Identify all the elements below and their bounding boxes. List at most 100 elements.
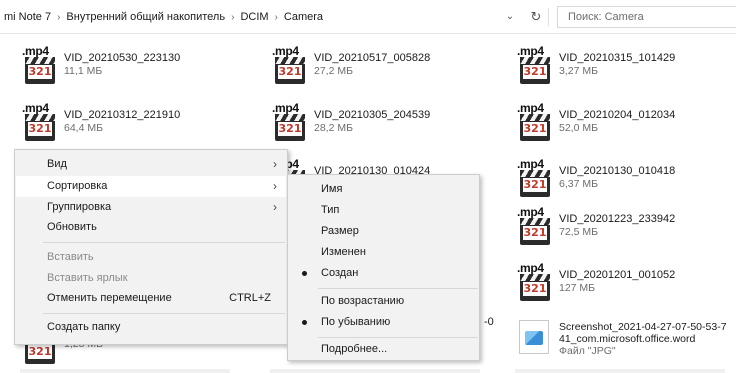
menu-item-label: Вид xyxy=(47,158,67,170)
menu-item-label: Вставить xyxy=(47,251,94,263)
file-item-partial[interactable] xyxy=(515,366,725,373)
file-name-line: 41_com.microsoft.office.word xyxy=(559,333,696,345)
breadcrumb-item-storage[interactable]: Внутренний общий накопитель xyxy=(66,11,225,23)
file-name: VID_20210130_010418 xyxy=(559,165,676,177)
file-type: Файл "JPG" xyxy=(559,345,616,357)
menu-item-paste-shortcut[interactable]: Вставить ярлык xyxy=(16,268,286,289)
menu-item-sort[interactable]: Сортировка › xyxy=(16,176,286,197)
menu-item-label: Тип xyxy=(321,204,340,216)
chevron-right-icon: › xyxy=(273,200,277,214)
file-size: 72,5 МБ xyxy=(559,226,598,238)
file-name: VID_20210305_204539 xyxy=(314,109,431,121)
menu-item-label: Создать папку xyxy=(47,321,121,333)
file-name: VID_20210517_005828 xyxy=(314,52,431,64)
file-size: 64,4 МБ xyxy=(64,122,103,134)
menu-item-undo-move[interactable]: Отменить перемещение CTRL+Z xyxy=(16,288,286,309)
file-item[interactable]: .mp4 321 VID_20210312_221910 64,4 МБ xyxy=(20,102,240,146)
chevron-right-icon: › xyxy=(273,179,277,193)
refresh-icon[interactable]: ↻ xyxy=(528,9,544,25)
menu-item-shortcut: CTRL+Z xyxy=(229,292,271,304)
sort-more[interactable]: Подробнее... xyxy=(289,339,478,360)
menu-item-label: Вставить ярлык xyxy=(47,272,128,284)
menu-item-label: Отменить перемещение xyxy=(47,292,172,304)
video-file-icon: .mp4321 xyxy=(20,45,60,85)
video-file-icon: .mp4321 xyxy=(270,102,310,142)
sort-descending[interactable]: По убыванию xyxy=(289,312,478,333)
menu-item-label: По возрастанию xyxy=(321,295,405,307)
file-name-line: Screenshot_2021-04-27-07-50-53-7 xyxy=(559,321,727,333)
file-item[interactable]: .mp4 321 VID_20210530_223130 11,1 МБ xyxy=(20,45,240,89)
video-file-icon: .mp4321 xyxy=(515,206,555,246)
menu-item-label: Имя xyxy=(321,183,343,195)
menu-item-label: Группировка xyxy=(47,201,112,213)
menu-separator xyxy=(43,242,285,243)
chevron-right-icon[interactable]: › xyxy=(231,12,234,23)
chevron-right-icon: › xyxy=(273,157,277,171)
menu-item-label: Обновить xyxy=(47,221,97,233)
file-size: 3,27 МБ xyxy=(559,65,598,77)
file-name: VID_20210315_101429 xyxy=(559,52,676,64)
menu-item-label: По убыванию xyxy=(321,316,391,328)
file-item[interactable]: Screenshot_2021-04-27-07-50-53-7 41_com.… xyxy=(515,316,735,360)
file-size: 28,2 МБ xyxy=(314,122,353,134)
menu-item-label: Изменен xyxy=(321,246,366,258)
menu-item-view[interactable]: Вид › xyxy=(16,154,286,175)
menu-item-label: Подробнее... xyxy=(321,343,388,355)
search-box[interactable] xyxy=(557,6,736,28)
search-input[interactable] xyxy=(558,7,736,27)
menu-item-new-folder[interactable]: Создать папку xyxy=(16,317,286,338)
sort-by-modified[interactable]: Изменен xyxy=(289,242,478,263)
file-name: Screenshot_2021-04-27-07-50-53-7 41_com.… xyxy=(559,321,727,357)
file-size: 127 МБ xyxy=(559,282,596,294)
file-name: VID_20210530_223130 xyxy=(64,52,181,64)
file-item[interactable]: .mp4 321 VID_20210315_101429 3,27 МБ xyxy=(515,45,735,89)
file-size: 27,2 МБ xyxy=(314,65,353,77)
menu-separator xyxy=(43,313,285,314)
sort-by-size[interactable]: Размер xyxy=(289,221,478,242)
sort-submenu: Имя Тип Размер Изменен Создан По возраст… xyxy=(287,174,480,361)
address-bar: mi Note 7 › Внутренний общий накопитель … xyxy=(0,0,736,34)
file-name: VID_20201201_001052 xyxy=(559,269,676,281)
video-file-icon: .mp4321 xyxy=(515,102,555,142)
file-item[interactable]: .mp4 321 VID_20210517_005828 27,2 МБ xyxy=(270,45,490,89)
menu-separator xyxy=(318,288,478,289)
chevron-down-icon[interactable]: ⌄ xyxy=(503,9,517,25)
menu-item-refresh[interactable]: Обновить xyxy=(16,217,286,238)
menu-item-group[interactable]: Группировка › xyxy=(16,197,286,218)
file-item[interactable]: .mp4 321 VID_20210305_204539 28,2 МБ xyxy=(270,102,490,146)
file-item-partial[interactable] xyxy=(20,366,230,373)
file-item[interactable]: .mp4 321 VID_20201223_233942 72,5 МБ xyxy=(515,206,735,250)
menu-item-label: Создан xyxy=(321,267,359,279)
radio-dot-icon xyxy=(302,320,307,325)
sort-ascending[interactable]: По возрастанию xyxy=(289,291,478,312)
video-file-icon: .mp4321 xyxy=(20,102,60,142)
menu-item-paste[interactable]: Вставить xyxy=(16,247,286,268)
breadcrumb: mi Note 7 › Внутренний общий накопитель … xyxy=(4,11,323,23)
file-item-partial[interactable] xyxy=(270,366,480,373)
breadcrumb-item-device[interactable]: mi Note 7 xyxy=(4,11,51,23)
file-size: 52,0 МБ xyxy=(559,122,598,134)
video-file-icon: .mp4321 xyxy=(270,45,310,85)
image-file-icon xyxy=(519,320,549,354)
file-item[interactable]: .mp4 321 VID_20210130_010418 6,37 МБ xyxy=(515,158,735,202)
menu-item-label: Сортировка xyxy=(47,180,108,192)
context-menu: Вид › Сортировка › Группировка › Обновит… xyxy=(14,149,288,345)
chevron-right-icon[interactable]: › xyxy=(275,12,278,23)
menu-item-label: Размер xyxy=(321,225,359,237)
video-file-icon: .mp4321 xyxy=(515,262,555,302)
file-item[interactable]: .mp4 321 VID_20201201_001052 127 МБ xyxy=(515,262,735,306)
file-name: VID_20201223_233942 xyxy=(559,213,676,225)
file-item[interactable]: .mp4 321 VID_20210204_012034 52,0 МБ xyxy=(515,102,735,146)
sort-by-name[interactable]: Имя xyxy=(289,179,478,200)
file-name: VID_20210312_221910 xyxy=(64,109,181,121)
video-file-icon: .mp4321 xyxy=(515,158,555,198)
sort-by-type[interactable]: Тип xyxy=(289,200,478,221)
sort-by-created[interactable]: Создан xyxy=(289,263,478,284)
video-file-icon: .mp4321 xyxy=(515,45,555,85)
partial-file-name: -0 xyxy=(484,316,494,328)
chevron-right-icon[interactable]: › xyxy=(57,12,60,23)
file-size: 6,37 МБ xyxy=(559,178,598,190)
breadcrumb-item-dcim[interactable]: DCIM xyxy=(240,11,268,23)
breadcrumb-item-camera[interactable]: Camera xyxy=(284,11,323,23)
radio-dot-icon xyxy=(302,271,307,276)
